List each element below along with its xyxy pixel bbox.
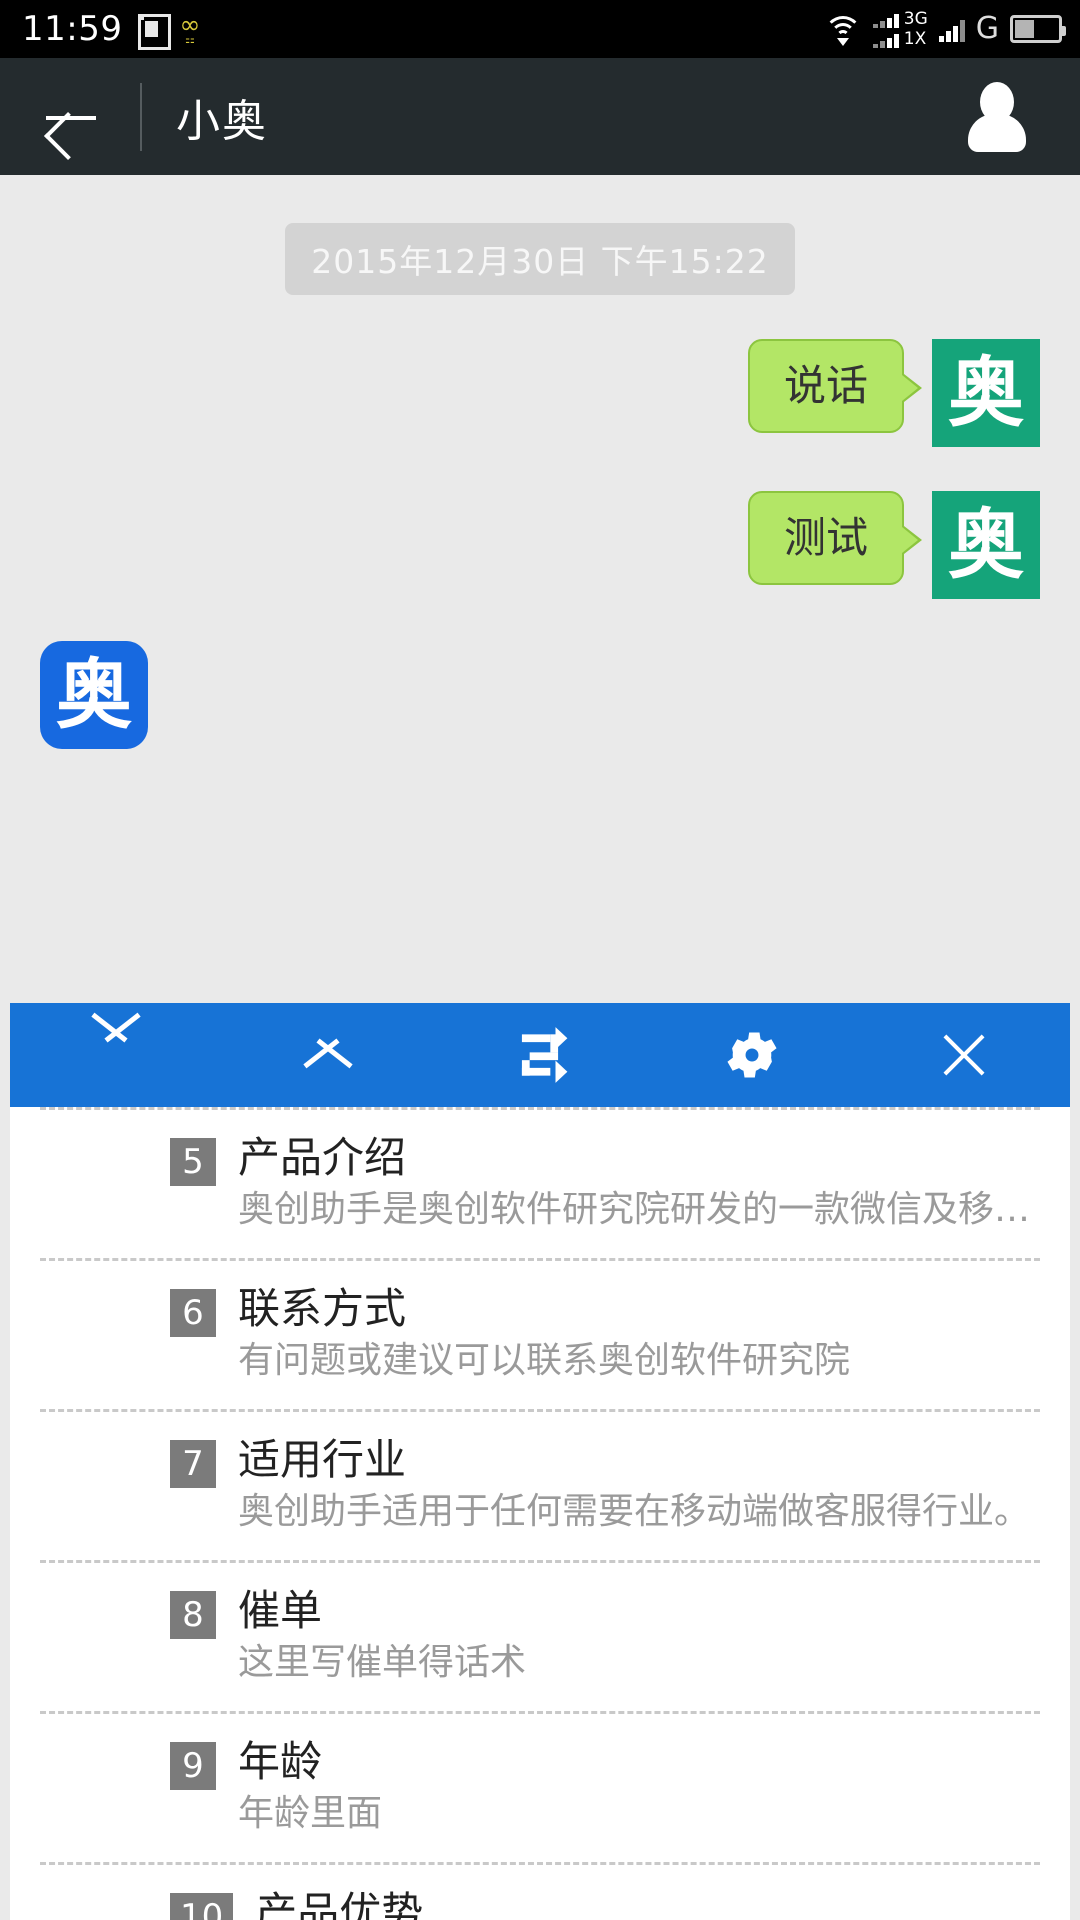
list-item-subtitle: 奥创助手适用于任何需要在移动端做客服得行业。 xyxy=(238,1491,1031,1533)
signal-3g-icon xyxy=(872,13,899,28)
chevron-up-icon xyxy=(87,1038,145,1072)
status-bar: 11:59 ∞ ⚏ 3G 1X G xyxy=(0,0,1080,58)
list-item[interactable]: 7 适用行业 奥创助手适用于任何需要在移动端做客服得行业。 xyxy=(10,1412,1070,1560)
dual-signal-icons: 3G 1X xyxy=(872,8,928,49)
list-item-number: 6 xyxy=(170,1289,216,1338)
swap-arrows-icon xyxy=(521,1027,568,1083)
settings-button[interactable] xyxy=(646,1003,858,1107)
status-left-icons: ∞ ⚏ xyxy=(138,9,201,50)
person-icon[interactable] xyxy=(964,81,1030,152)
avatar[interactable]: 奥 xyxy=(932,339,1040,447)
close-icon xyxy=(937,1028,991,1082)
list-item[interactable]: 9 年龄 年龄里面 xyxy=(10,1714,1070,1862)
screenshot-icon xyxy=(138,14,172,50)
signal-1x-icon xyxy=(872,33,899,48)
message-bubble[interactable]: 说话 xyxy=(747,339,923,434)
network-1x-label: 1X xyxy=(903,28,927,49)
list-item-subtitle: 这里写催单得话术 xyxy=(238,1642,527,1684)
scroll-down-button[interactable] xyxy=(222,1003,434,1107)
avatar[interactable]: 奥 xyxy=(40,641,148,749)
phone-screen: 11:59 ∞ ⚏ 3G 1X G 小奥 2015年12月30日 下午15:22… xyxy=(0,0,1080,1920)
close-button[interactable] xyxy=(858,1003,1070,1107)
app-header: 小奥 xyxy=(0,58,1080,175)
list-item-title: 产品优势 xyxy=(255,1888,424,1920)
page-title: 小奥 xyxy=(176,95,268,147)
list-item-subtitle: 年龄里面 xyxy=(238,1793,383,1835)
message-row-incoming: 奥 xyxy=(0,641,1080,749)
list-item[interactable]: 6 联系方式 有问题或建议可以联系奥创软件研究院 xyxy=(10,1261,1070,1409)
list-item-title: 产品介绍 xyxy=(238,1133,407,1182)
list-item[interactable]: 5 产品介绍 奥创助手是奥创软件研究院研发的一款微信及移… xyxy=(10,1110,1070,1258)
chevron-down-icon xyxy=(299,1038,357,1072)
status-right-icons: 3G 1X G xyxy=(823,8,1066,49)
scroll-up-button[interactable] xyxy=(10,1003,222,1107)
list-item-title: 联系方式 xyxy=(238,1284,407,1334)
list-item-subtitle: 奥创助手是奥创软件研究院研发的一款微信及移… xyxy=(238,1189,1031,1231)
list-item-number: 5 xyxy=(170,1138,216,1186)
list-item-number: 10 xyxy=(170,1893,234,1920)
action-toolbar xyxy=(10,1003,1070,1107)
list-item[interactable]: 10 产品优势 奥创助手的优势在任何场景下都有着出色的表现 xyxy=(10,1865,1070,1920)
swap-button[interactable] xyxy=(434,1003,646,1107)
gear-icon xyxy=(727,1032,777,1078)
list-item[interactable]: 8 催单 这里写催单得话术 xyxy=(10,1563,1070,1711)
list-item-number: 7 xyxy=(170,1440,216,1489)
network-3g-label: 3G xyxy=(903,8,928,29)
chat-timestamp: 2015年12月30日 下午15:22 xyxy=(285,223,795,295)
header-divider xyxy=(140,82,142,151)
avatar[interactable]: 奥 xyxy=(932,491,1040,599)
list-item-subtitle: 有问题或建议可以联系奥创软件研究院 xyxy=(238,1340,851,1382)
timestamp-row: 2015年12月30日 下午15:22 xyxy=(0,223,1080,295)
network-g-label: G xyxy=(975,11,999,46)
message-bubble[interactable]: 测试 xyxy=(747,491,923,586)
list-item-title: 催单 xyxy=(238,1586,323,1636)
infinity-icon: ∞ ⚏ xyxy=(179,9,201,46)
message-row: 说话 奥 xyxy=(0,339,1080,447)
back-arrow-icon[interactable] xyxy=(40,86,102,148)
wifi-icon xyxy=(823,14,862,46)
battery-icon xyxy=(1010,15,1066,43)
message-row: 测试 奥 xyxy=(0,491,1080,599)
status-time: 11:59 xyxy=(22,9,123,49)
list-item-number: 8 xyxy=(170,1591,216,1640)
list-item-title: 年龄 xyxy=(238,1737,323,1787)
list-item-number: 9 xyxy=(170,1742,216,1791)
chat-area: 2015年12月30日 下午15:22 说话 奥 测试 奥 奥 xyxy=(0,175,1080,779)
list-item-title: 适用行业 xyxy=(238,1435,407,1485)
reply-list-panel: 5 产品介绍 奥创助手是奥创软件研究院研发的一款微信及移… 6 联系方式 有问题… xyxy=(10,1107,1070,1920)
signal-g-icon xyxy=(938,16,965,42)
